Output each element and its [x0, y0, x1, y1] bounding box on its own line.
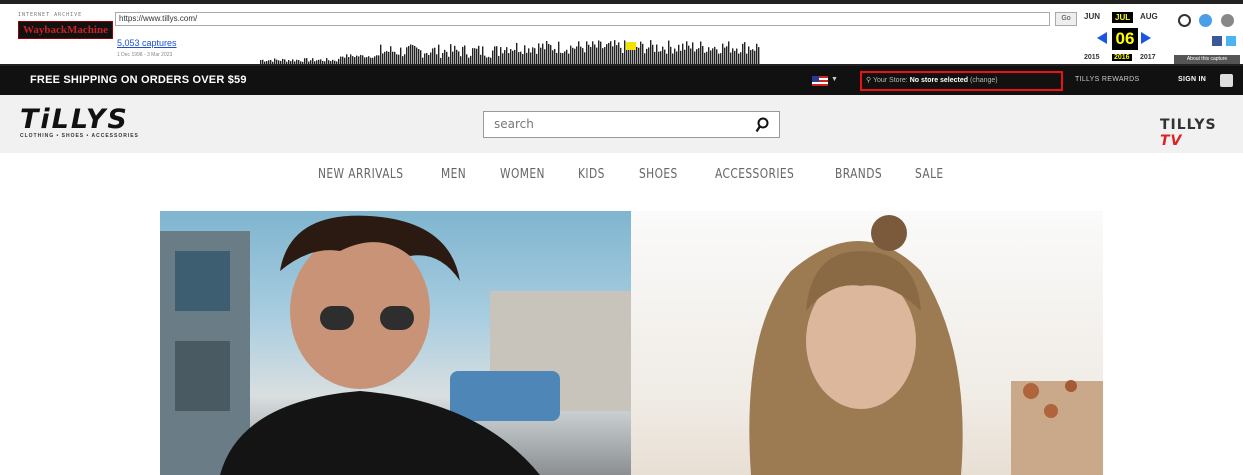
sign-in-link[interactable]: SIGN IN — [1178, 76, 1206, 83]
year-prev[interactable]: 2015 — [1084, 54, 1100, 61]
nav-brands[interactable]: BRANDS — [835, 167, 882, 182]
month-current: JUL — [1112, 12, 1134, 23]
search-input[interactable]: search — [483, 111, 780, 138]
nav-kids[interactable]: KIDS — [578, 167, 605, 182]
hero-men-illustration — [160, 215, 631, 475]
about-capture-button[interactable]: About this capture — [1174, 55, 1240, 64]
nav-accessories[interactable]: ACCESSORIES — [715, 167, 794, 182]
main-nav: NEW ARRIVALS MEN WOMEN KIDS SHOES ACCESS… — [0, 153, 1243, 198]
next-capture-arrow-icon[interactable] — [1141, 32, 1151, 44]
wayback-go-button[interactable]: Go — [1055, 12, 1077, 26]
year-next[interactable]: 2017 — [1140, 54, 1156, 61]
shopping-bag-icon[interactable] — [1220, 74, 1233, 87]
wayback-wm-label: WaybackMachine — [18, 21, 113, 39]
us-flag-icon[interactable] — [812, 76, 828, 86]
hero-women-illustration — [749, 215, 1103, 475]
wayback-captures-link[interactable]: 5,053 captures — [117, 38, 177, 48]
nav-men[interactable]: MEN — [441, 167, 466, 182]
search-icon[interactable] — [755, 117, 769, 133]
account-icon[interactable] — [1178, 14, 1191, 27]
hero-image-men[interactable] — [160, 211, 631, 475]
nav-shoes[interactable]: SHOES — [639, 167, 678, 182]
nav-sale[interactable]: SALE — [915, 167, 944, 182]
tv-brand: TILLYS — [1160, 117, 1217, 133]
month-next[interactable]: AUG — [1140, 12, 1158, 21]
free-shipping-text[interactable]: FREE SHIPPING ON ORDERS OVER $59 — [30, 74, 247, 86]
logo-tagline: CLOTHING • SHOES • ACCESSORIES — [20, 133, 139, 139]
facebook-icon[interactable] — [1212, 36, 1222, 46]
wayback-logo[interactable]: INTERNET ARCHIVE WaybackMachine — [18, 12, 113, 62]
wayback-sparkline[interactable] — [260, 38, 760, 64]
store-value: No store selected — [909, 77, 969, 84]
chevron-down-icon[interactable]: ▼ — [831, 76, 838, 83]
capture-day: 06 — [1112, 28, 1138, 50]
tillys-tv-link[interactable]: TILLYS TV — [1160, 117, 1243, 149]
logo-text: TiLLYS — [20, 104, 129, 135]
month-prev[interactable]: JUN — [1084, 12, 1100, 21]
site-header: TiLLYS CLOTHING • SHOES • ACCESSORIES se… — [0, 95, 1243, 153]
tillys-rewards-link[interactable]: TILLYS REWARDS — [1075, 76, 1140, 83]
location-pin-icon: ⚲ — [866, 77, 872, 84]
wayback-icons — [1178, 14, 1238, 32]
store-selector[interactable]: ⚲ Your Store: No store selected (change) — [860, 71, 1063, 91]
hero-image-women[interactable] — [631, 211, 1103, 475]
year-current: 2016 — [1112, 54, 1132, 61]
twitter-icon[interactable] — [1226, 36, 1236, 46]
store-label: Your Store: — [872, 77, 908, 84]
nav-new-arrivals[interactable]: NEW ARRIVALS — [318, 167, 403, 182]
wayback-url-input[interactable]: https://www.tillys.com/ — [115, 12, 1050, 26]
prev-capture-arrow-icon[interactable] — [1097, 32, 1107, 44]
promo-bar: FREE SHIPPING ON ORDERS OVER $59 ▼ ⚲ You… — [0, 66, 1243, 95]
wayback-toolbar: INTERNET ARCHIVE WaybackMachine https://… — [0, 0, 1243, 66]
close-icon[interactable] — [1220, 14, 1234, 27]
store-change-link[interactable]: (change) — [970, 77, 998, 84]
tv-mark: TV — [1160, 133, 1183, 149]
wayback-ia-label: INTERNET ARCHIVE — [18, 12, 83, 18]
wayback-date-range: 1 Dec 1998 - 3 Mar 2023 — [117, 52, 173, 58]
search-placeholder: search — [494, 117, 534, 131]
tillys-logo[interactable]: TiLLYS CLOTHING • SHOES • ACCESSORIES — [20, 104, 139, 139]
help-icon[interactable] — [1199, 14, 1213, 27]
nav-women[interactable]: WOMEN — [500, 167, 545, 182]
